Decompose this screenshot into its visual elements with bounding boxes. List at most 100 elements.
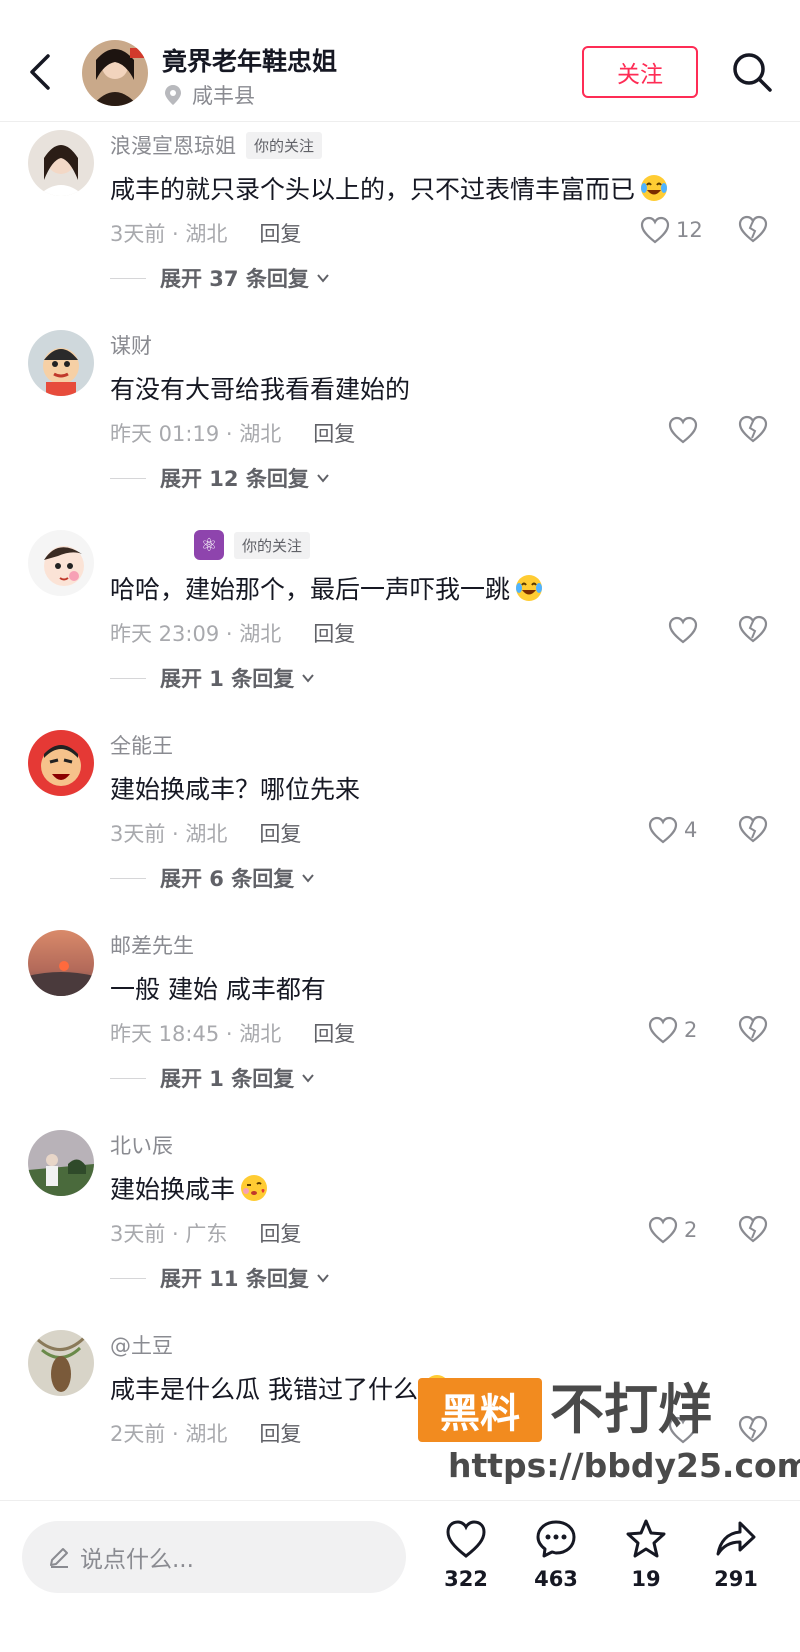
dislike-broken-heart-icon[interactable] [738, 414, 768, 444]
reply-button[interactable]: 回复 [313, 418, 355, 448]
like-count: 2 [684, 1018, 698, 1042]
share-button[interactable]: 291 [696, 1517, 776, 1591]
heart-icon [648, 1216, 678, 1244]
following-tag: 你的关注 [246, 131, 323, 159]
chevron-down-icon [317, 1274, 329, 1283]
like-button[interactable] [668, 414, 698, 446]
commenter-name[interactable]: 北い辰 [110, 1130, 173, 1160]
expand-replies-button[interactable]: 展开 12 条回复 [110, 463, 331, 493]
reply-button[interactable]: 回复 [259, 1218, 301, 1248]
author-location: 咸丰县 [164, 80, 255, 110]
comment-input-placeholder: 说点什么... [80, 1547, 194, 1573]
expand-replies-button[interactable]: 展开 1 条回复 [110, 1063, 316, 1093]
like-button[interactable] [668, 614, 698, 646]
divider-dash [110, 1077, 146, 1079]
pencil-icon [50, 1548, 68, 1568]
comment-text: 建始换咸丰 [110, 1170, 269, 1206]
comment-item: ⚛ 你的关注 哈哈，建始那个，最后一声吓我一跳 昨天 23:09 · 湖北 回复… [0, 522, 800, 733]
watermark-logo-box: 黑料 [418, 1378, 542, 1442]
commenter-name-row: 北い辰 [110, 1130, 173, 1160]
dislike-broken-heart-icon[interactable] [738, 614, 768, 644]
expand-replies-label: 展开 12 条回复 [160, 467, 309, 491]
author-name[interactable]: 竟界老年鞋忠姐 [162, 42, 337, 78]
expand-replies-label: 展开 1 条回复 [160, 667, 295, 691]
chevron-down-icon [302, 1074, 315, 1083]
divider-dash [110, 877, 146, 879]
watermark-overlay: 黑料 不打烊 https://bbdy25.com [418, 1378, 800, 1488]
like-button[interactable]: 4 [648, 814, 697, 846]
expand-replies-label: 展开 37 条回复 [160, 267, 309, 291]
bottom-action-bar: 说点什么... 322 463 19 291 [0, 1500, 800, 1652]
comment-item: 全能王 建始换咸丰？哪位先来 3天前 · 湖北 回复 4 展开 6 条回复 [0, 722, 800, 933]
location-text: 咸丰县 [192, 84, 255, 108]
like-button[interactable]: 2 [648, 1014, 697, 1046]
comment-text-content: 咸丰是什么瓜 我错过了什么 [110, 1375, 418, 1404]
dislike-broken-heart-icon[interactable] [738, 214, 768, 244]
reply-button[interactable]: 回复 [259, 1418, 301, 1448]
comment-text-content: 有没有大哥给我看看建始的 [110, 375, 411, 404]
comment-meta: 昨天 23:09 · 湖北 回复 [110, 618, 355, 648]
commenter-name[interactable]: 谋财 [110, 330, 152, 360]
reply-button[interactable]: 回复 [313, 618, 355, 648]
reply-button[interactable]: 回复 [259, 218, 301, 248]
like-video-button[interactable]: 322 [426, 1517, 506, 1591]
comment-time-location: 3天前 · 湖北 [110, 222, 228, 246]
comment-bubble-icon [536, 1520, 576, 1558]
commenter-avatar[interactable] [28, 1330, 94, 1396]
commenter-name[interactable]: 邮差先生 [110, 930, 194, 960]
comment-meta: 3天前 · 广东 回复 [110, 1218, 301, 1248]
comment-text-content: 哈哈，建始那个，最后一声吓我一跳 [110, 575, 511, 604]
comment-item: 浪漫宣恩琼姐 你的关注 咸丰的就只录个头以上的，只不过表情丰富而已 3天前 · … [0, 122, 800, 333]
like-count: 322 [444, 1567, 488, 1591]
comment-text: 咸丰的就只录个头以上的，只不过表情丰富而已 [110, 170, 669, 206]
location-pin-icon [165, 85, 181, 105]
divider-dash [110, 677, 146, 679]
commenter-name[interactable]: @土豆 [110, 1330, 173, 1360]
commenter-avatar[interactable] [28, 130, 94, 196]
comment-meta: 2天前 · 湖北 回复 [110, 1418, 301, 1448]
expand-replies-button[interactable]: 展开 6 条回复 [110, 863, 316, 893]
atom-badge-icon: ⚛ [194, 530, 224, 560]
comment-button[interactable]: 463 [516, 1517, 596, 1591]
watermark-url: https://bbdy25.com [448, 1446, 800, 1485]
divider-dash [110, 1277, 146, 1279]
like-button[interactable]: 2 [648, 1214, 697, 1246]
like-button[interactable]: 12 [640, 214, 703, 246]
comment-text: 哈哈，建始那个，最后一声吓我一跳 [110, 570, 544, 606]
favorite-button[interactable]: 19 [606, 1517, 686, 1591]
commenter-name[interactable]: 浪漫宣恩琼姐 [110, 130, 236, 160]
search-icon[interactable] [730, 50, 774, 94]
reply-button[interactable]: 回复 [313, 1018, 355, 1048]
top-bar: 竟界老年鞋忠姐 咸丰县 关注 [0, 0, 800, 122]
dislike-broken-heart-icon[interactable] [738, 814, 768, 844]
commenter-avatar[interactable] [28, 930, 94, 996]
heart-icon [648, 1016, 678, 1044]
like-count: 4 [684, 818, 698, 842]
comment-time-location: 昨天 18:45 · 湖北 [110, 1022, 282, 1046]
expand-replies-label: 展开 1 条回复 [160, 1067, 295, 1091]
comment-text-content: 建始换咸丰 [110, 1175, 236, 1204]
expand-replies-button[interactable]: 展开 1 条回复 [110, 663, 316, 693]
follow-button[interactable]: 关注 [582, 46, 698, 98]
chevron-down-icon [317, 474, 329, 483]
expand-replies-button[interactable]: 展开 37 条回复 [110, 263, 331, 293]
comment-input[interactable]: 说点什么... [22, 1521, 406, 1593]
commenter-avatar[interactable] [28, 330, 94, 396]
commenter-name[interactable]: 全能王 [110, 730, 173, 760]
dislike-broken-heart-icon[interactable] [738, 1214, 768, 1244]
share-arrow-icon [716, 1521, 756, 1556]
comment-meta: 3天前 · 湖北 回复 [110, 818, 301, 848]
reply-button[interactable]: 回复 [259, 818, 301, 848]
expand-replies-button[interactable]: 展开 11 条回复 [110, 1263, 331, 1293]
author-avatar[interactable] [82, 40, 148, 106]
heart-icon [668, 416, 698, 444]
laugh-cry-emoji-icon [516, 575, 543, 601]
commenter-avatar[interactable] [28, 530, 94, 596]
back-arrow-icon[interactable] [26, 52, 56, 92]
commenter-avatar[interactable] [28, 1130, 94, 1196]
comment-text-content: 建始换咸丰？哪位先来 [110, 775, 361, 804]
commenter-avatar[interactable] [28, 730, 94, 796]
dislike-broken-heart-icon[interactable] [738, 1014, 768, 1044]
comment-text: 一般 建始 咸丰都有 [110, 970, 326, 1006]
comment-meta: 昨天 01:19 · 湖北 回复 [110, 418, 355, 448]
